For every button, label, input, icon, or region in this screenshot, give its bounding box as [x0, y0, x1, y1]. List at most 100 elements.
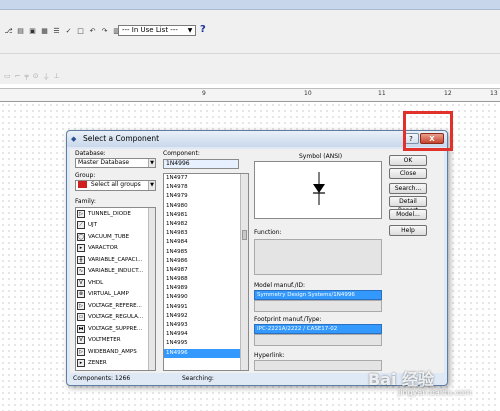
list-item[interactable]: 1N4993: [164, 321, 248, 330]
list-item[interactable]: 1N4992: [164, 312, 248, 321]
chevron-down-icon: ▼: [148, 159, 155, 167]
close-button[interactable]: Close: [389, 168, 427, 179]
search-button[interactable]: Search...: [389, 183, 427, 194]
help-button[interactable]: Help: [389, 225, 427, 236]
forward-annotate-icon[interactable]: ↷: [100, 27, 109, 36]
help-icon[interactable]: ?: [200, 24, 206, 35]
list-item[interactable]: 1N4981: [164, 211, 248, 220]
back-annotate-icon[interactable]: ↶: [88, 27, 97, 36]
component-input[interactable]: 1N4996: [163, 159, 239, 169]
scrollbar-thumb[interactable]: [242, 230, 247, 240]
horizontal-ruler: 9 10 11 12 13: [0, 88, 500, 102]
secondary-toolbar-icons: ▭ ⌐ ╤ ⊙ ⏚ ⊥: [4, 72, 60, 82]
ruler-mark: 11: [378, 90, 386, 97]
component-list[interactable]: 1N4977 1N4978 1N4979 1N4980 1N4981 1N498…: [163, 173, 249, 371]
footprint-area: [254, 334, 382, 346]
family-item[interactable]: ▷ TUNNEL_DIODE: [76, 208, 155, 220]
detail-report-button[interactable]: Detail Report: [389, 196, 427, 214]
list-item[interactable]: 1N4982: [164, 220, 248, 229]
zener-icon: ▸: [77, 359, 85, 368]
family-item[interactable]: ╫ VARIABLE_CAPACI...: [76, 254, 155, 266]
footprint-value: IPC-2221A/2222 / CASE17-02: [254, 324, 382, 334]
ruler-mark: 13: [490, 90, 498, 97]
family-item[interactable]: ⊗ VIRTUAL_LAMP: [76, 289, 155, 301]
group-label: Group:: [75, 172, 96, 179]
list-item[interactable]: 1N4994: [164, 330, 248, 339]
variable-inductor-icon: ∿: [77, 267, 85, 276]
ruler-mark: 12: [444, 90, 452, 97]
list-item[interactable]: 1N4978: [164, 183, 248, 192]
watermark-logo: Bai 经验: [368, 370, 435, 389]
database-select[interactable]: Master Database ▼: [75, 158, 156, 168]
family-item[interactable]: V VHDL: [76, 277, 155, 289]
in-use-list-label: --- In Use List ---: [122, 26, 178, 34]
probe-icon[interactable]: ▭: [4, 72, 11, 82]
list-item[interactable]: 1N4984: [164, 238, 248, 247]
family-scrollbar[interactable]: [148, 208, 155, 370]
erc-icon[interactable]: ✓: [64, 27, 73, 36]
ujt-icon: ⟋: [77, 221, 85, 230]
model-manuf-label: Model manuf./ID:: [254, 282, 306, 289]
group-select[interactable]: Select all groups ▼: [75, 180, 156, 191]
list-item[interactable]: 1N4980: [164, 202, 248, 211]
component-scrollbar[interactable]: [240, 174, 248, 370]
dialog-title-bar[interactable]: ◆ Select a Component ? X: [67, 131, 447, 147]
vhdl-icon: V: [77, 278, 85, 287]
junction-icon[interactable]: ⊙: [33, 72, 39, 82]
family-item[interactable]: ∿ VARIABLE_INDUCT...: [76, 266, 155, 278]
main-toolbar: ⎇ ▤ ▣ ▦ ☰ ✓ □ ↶ ↷ ▥ ▧ --- In Use List --…: [0, 10, 500, 54]
secondary-toolbar: [0, 54, 500, 84]
components-count: Components: 1266: [73, 375, 131, 382]
family-item[interactable]: ◯ VACUUM_TUBE: [76, 231, 155, 243]
grapher-icon[interactable]: ▤: [16, 27, 25, 36]
family-item[interactable]: ▸ VARACTOR: [76, 243, 155, 255]
voltage-regulator-icon: ▭: [77, 313, 85, 322]
family-item[interactable]: ▸ ZENER: [76, 358, 155, 370]
model-button[interactable]: Model...: [389, 209, 427, 220]
highlight-box: [403, 111, 453, 151]
family-item[interactable]: ⟋ UJT: [76, 220, 155, 232]
ok-button[interactable]: OK: [389, 155, 427, 166]
voltage-suppressor-icon: ⧓: [77, 324, 85, 333]
list-item[interactable]: 1N4985: [164, 248, 248, 257]
component-icon[interactable]: ⎇: [4, 27, 13, 36]
family-item[interactable]: ▷ VOLTAGE_REFERE...: [76, 300, 155, 312]
list-item[interactable]: 1N4977: [164, 174, 248, 183]
list-item[interactable]: 1N4986: [164, 257, 248, 266]
voltage-reference-icon: ▷: [77, 301, 85, 310]
list-item[interactable]: 1N4995: [164, 339, 248, 348]
list-icon[interactable]: ☰: [52, 27, 61, 36]
list-item[interactable]: 1N4987: [164, 266, 248, 275]
list-item[interactable]: 1N4979: [164, 192, 248, 201]
postprocessor-icon[interactable]: ▣: [28, 27, 37, 36]
blank-icon[interactable]: □: [76, 27, 85, 36]
database-value: Master Database: [78, 159, 130, 166]
ruler-mark: 9: [202, 90, 206, 97]
varactor-icon: ▸: [77, 244, 85, 253]
family-item[interactable]: ▷ WIDEBAND_AMPS: [76, 346, 155, 358]
toolbar-icons: ⎇ ▤ ▣ ▦ ☰ ✓ □ ↶ ↷ ▥ ▧: [4, 24, 133, 38]
family-label: Family:: [75, 198, 96, 205]
bus-icon[interactable]: ╤: [25, 72, 29, 82]
in-use-list-dropdown[interactable]: --- In Use List --- ▼: [118, 25, 196, 36]
list-item[interactable]: 1N4991: [164, 303, 248, 312]
list-item[interactable]: 1N4983: [164, 229, 248, 238]
list-item[interactable]: 1N4988: [164, 275, 248, 284]
family-item[interactable]: V VOLTMETER: [76, 335, 155, 347]
ground-icon[interactable]: ⏚: [43, 72, 50, 82]
hyperlink-area[interactable]: [254, 360, 382, 371]
component-label: Component:: [163, 150, 200, 157]
list-item[interactable]: 1N4989: [164, 284, 248, 293]
list-item-selected[interactable]: 1N4996: [164, 348, 248, 358]
component-app-icon: ◆: [71, 135, 77, 143]
list-item[interactable]: 1N4990: [164, 293, 248, 302]
family-list[interactable]: ▷ TUNNEL_DIODE ⟋ UJT ◯ VACUUM_TUBE ▸ VARACTO…: [75, 207, 156, 371]
database-icon[interactable]: ▦: [40, 27, 49, 36]
family-item[interactable]: ▭ VOLTAGE_REGULA...: [76, 312, 155, 324]
family-item[interactable]: ⧓ VOLTAGE_SUPPRE...: [76, 323, 155, 335]
power-icon[interactable]: ⊥: [54, 72, 60, 82]
tunnel-diode-icon: ▷: [77, 209, 85, 218]
model-manuf-value: Symmetry Design Systems/1N4996: [254, 290, 382, 300]
app-title-bar: [0, 0, 500, 10]
wire-icon[interactable]: ⌐: [15, 72, 21, 82]
